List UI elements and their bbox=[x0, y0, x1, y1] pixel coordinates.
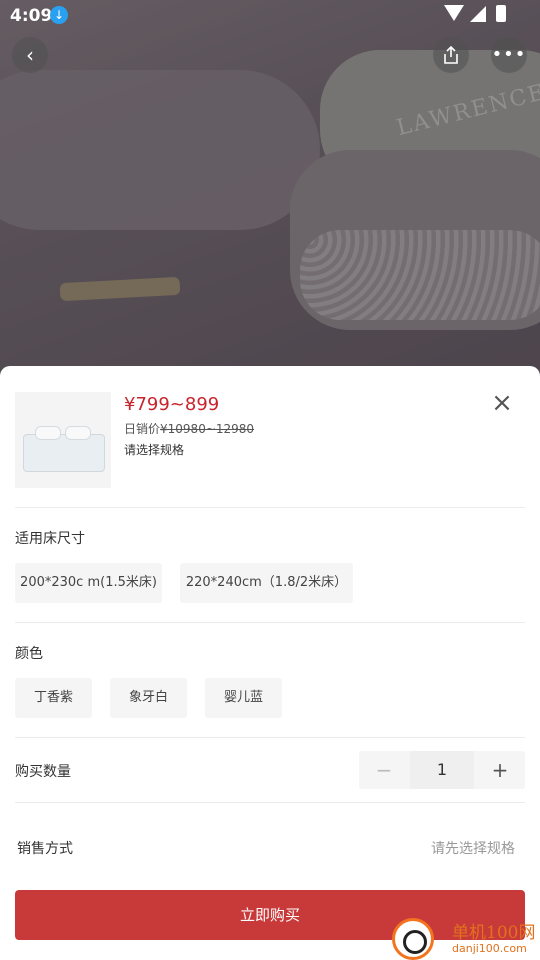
decrease-quantity-button[interactable]: − bbox=[359, 751, 409, 789]
divider bbox=[15, 507, 525, 508]
close-icon: × bbox=[491, 388, 513, 418]
signal-icon bbox=[470, 6, 486, 22]
share-button[interactable] bbox=[433, 37, 469, 73]
color-option-ivory[interactable]: 象牙白 bbox=[110, 678, 187, 718]
price-range: ¥799~899 bbox=[124, 394, 220, 415]
status-time: 4:09 bbox=[10, 6, 53, 26]
sale-method-label: 销售方式 bbox=[17, 841, 73, 857]
more-button[interactable]: ••• bbox=[491, 37, 527, 73]
download-icon: ↓ bbox=[50, 6, 68, 24]
divider bbox=[15, 622, 525, 623]
wifi-icon bbox=[444, 5, 464, 21]
color-option-baby-blue[interactable]: 婴儿蓝 bbox=[205, 678, 282, 718]
quantity-control: − 1 + bbox=[359, 751, 525, 789]
spec-selection-sheet: ¥799~899 日销价¥10980~12980 请选择规格 × 适用床尺寸 2… bbox=[0, 366, 540, 960]
share-icon bbox=[444, 45, 458, 64]
status-bar: 4:09 ↓ bbox=[0, 0, 540, 32]
watermark-url: danji100.com bbox=[452, 942, 527, 955]
divider bbox=[15, 737, 525, 738]
bed-shape bbox=[23, 434, 105, 472]
chevron-left-icon: ‹ bbox=[26, 43, 34, 67]
pillow-shape bbox=[65, 426, 91, 440]
quantity-input[interactable]: 1 bbox=[410, 751, 474, 789]
size-section-title: 适用床尺寸 bbox=[15, 531, 85, 547]
more-dots-icon: ••• bbox=[491, 44, 527, 65]
size-option-2[interactable]: 220*240cm（1.8/2米床） bbox=[180, 563, 353, 603]
back-button[interactable]: ‹ bbox=[12, 37, 48, 73]
pillow-shape bbox=[35, 426, 61, 440]
original-price: ¥10980~12980 bbox=[160, 422, 255, 436]
close-button[interactable]: × bbox=[490, 390, 514, 416]
color-section-title: 颜色 bbox=[15, 646, 43, 662]
divider bbox=[15, 802, 525, 803]
quantity-section-title: 购买数量 bbox=[15, 764, 71, 780]
sale-method-hint[interactable]: 请先选择规格 bbox=[431, 838, 515, 858]
watermark-logo-icon bbox=[392, 918, 434, 960]
increase-quantity-button[interactable]: + bbox=[475, 751, 525, 789]
size-option-1[interactable]: 200*230c m(1.5米床) bbox=[15, 563, 162, 603]
site-watermark: 单机100网 danji100.com bbox=[392, 918, 540, 960]
watermark-text: 单机100网 bbox=[452, 923, 536, 943]
daily-price: 日销价¥10980~12980 bbox=[124, 420, 254, 437]
product-thumbnail bbox=[15, 392, 111, 488]
daily-price-label: 日销价 bbox=[124, 422, 161, 436]
color-option-lilac[interactable]: 丁香紫 bbox=[15, 678, 92, 718]
select-spec-prompt: 请选择规格 bbox=[124, 443, 185, 457]
battery-icon bbox=[496, 5, 506, 22]
